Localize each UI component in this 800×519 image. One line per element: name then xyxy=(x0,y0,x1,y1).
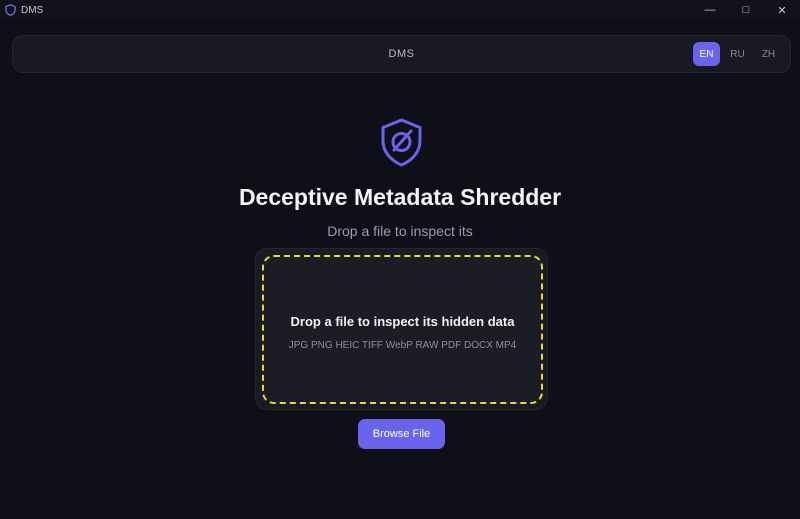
dropzone-card: Drop a file to inspect its hidden data J… xyxy=(255,248,548,410)
window-controls: — □ ✕ xyxy=(692,0,800,20)
maximize-button[interactable]: □ xyxy=(728,0,764,20)
dropzone-title: Drop a file to inspect its hidden data xyxy=(290,314,515,329)
file-dropzone[interactable]: Drop a file to inspect its hidden data J… xyxy=(262,255,543,404)
shield-icon xyxy=(5,4,17,16)
brand-label: DMS xyxy=(388,48,415,60)
minimize-button[interactable]: — xyxy=(692,0,728,20)
lang-button-en[interactable]: EN xyxy=(693,42,720,66)
browse-file-button[interactable]: Browse File xyxy=(358,419,445,449)
top-navbar: DMS EN RU ZH xyxy=(12,35,791,73)
language-switcher: EN RU ZH xyxy=(693,42,782,66)
lang-button-zh[interactable]: ZH xyxy=(755,42,782,66)
close-button[interactable]: ✕ xyxy=(764,0,800,20)
lang-button-ru[interactable]: RU xyxy=(724,42,751,66)
page-subtitle: Drop a file to inspect its xyxy=(327,223,473,239)
window-title: DMS xyxy=(21,4,44,16)
title-bar: DMS — □ ✕ xyxy=(0,0,800,20)
supported-formats: JPG PNG HEIC TIFF WebP RAW PDF DOCX MP4 xyxy=(288,340,517,351)
page-title: Deceptive Metadata Shredder xyxy=(238,184,562,210)
shield-check-icon xyxy=(380,118,423,167)
